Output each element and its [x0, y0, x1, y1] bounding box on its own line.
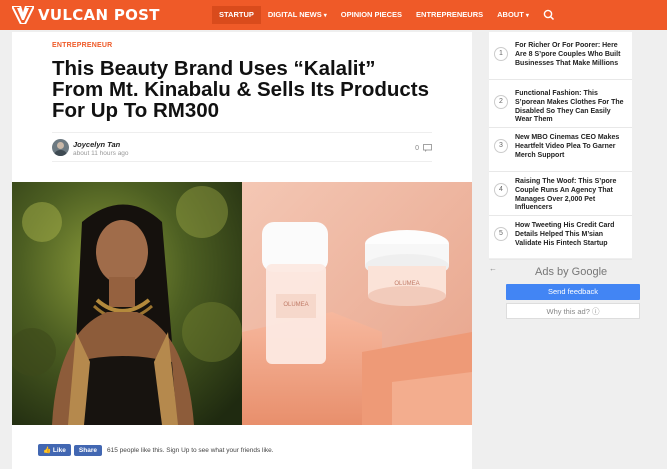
ad-feedback-panel: ← Ads by Google Send feedback Why this a…	[489, 262, 640, 320]
avatar-face	[57, 142, 64, 149]
rank-number: 3	[494, 139, 508, 153]
nav-label: ABOUT	[497, 10, 524, 19]
list-item-title[interactable]: Raising The Woof: This S’pore Couple Run…	[515, 178, 627, 213]
timestamp: about 11 hours ago	[73, 150, 129, 157]
hero-product-image: OLUMEA OLUMEA	[242, 182, 472, 425]
nav-label: ENTREPRENEURS	[416, 10, 484, 19]
nav-about[interactable]: ABOUT ▾	[490, 0, 536, 30]
trending-sidebar: 1 For Richer Or For Poorer: Here Are 8 S…	[489, 32, 632, 260]
vulcan-logo-icon	[12, 6, 34, 24]
jar-label: OLUMEA	[394, 281, 419, 287]
comment-icon	[423, 144, 432, 152]
bottle-label: OLUMEA	[283, 302, 308, 308]
list-item-title[interactable]: For Richer Or For Poorer: Here Are 8 S’p…	[515, 42, 627, 68]
article-category[interactable]: ENTREPRENEUR	[52, 42, 112, 49]
rank-number: 4	[494, 183, 508, 197]
why-this-ad-button[interactable]: Why this ad? ⓘ	[506, 303, 640, 319]
ads-by-google-label: Ads by Google	[535, 266, 608, 278]
send-feedback-button[interactable]: Send feedback	[506, 284, 640, 300]
nav-startup[interactable]: STARTUP	[212, 6, 261, 24]
facebook-share-button[interactable]: Share	[73, 444, 102, 456]
nav-label: DIGITAL NEWS	[267, 10, 322, 19]
like-label: Like	[52, 447, 66, 454]
nav-entrepreneurs[interactable]: ENTREPRENEURS	[409, 0, 490, 30]
nav-opinion-pieces[interactable]: OPINION PIECES	[334, 0, 409, 30]
back-arrow-icon[interactable]: ←	[489, 264, 497, 273]
avatar-body	[54, 150, 67, 156]
chevron-down-icon: ▾	[525, 13, 529, 19]
avatar[interactable]	[52, 139, 69, 156]
search-icon[interactable]	[542, 8, 556, 22]
thumbs-up-icon: 👍	[43, 447, 52, 454]
site-logo[interactable]: VULCAN POST	[12, 6, 160, 24]
list-item[interactable]: 4 Raising The Woof: This S’pore Couple R…	[489, 172, 632, 216]
nav-label: STARTUP	[219, 10, 254, 19]
hero-portrait-image	[12, 182, 242, 425]
site-header: VULCAN POST STARTUP DIGITAL NEWS ▾ OPINIO…	[0, 0, 667, 30]
byline: Joycelyn Tan about 11 hours ago 0	[52, 132, 432, 162]
list-item[interactable]: 1 For Richer Or For Poorer: Here Are 8 S…	[489, 36, 632, 80]
info-icon: ⓘ	[591, 307, 600, 316]
why-ad-label: Why this ad?	[546, 307, 590, 316]
hero-image: OLUMEA OLUMEA	[12, 182, 472, 425]
brand-name: VULCAN POST	[38, 6, 160, 24]
article-headline: This Beauty Brand Uses “Kalalit” From Mt…	[52, 57, 430, 122]
list-item-title[interactable]: Functional Fashion: This S’porean Makes …	[515, 90, 627, 125]
list-item-title[interactable]: How Tweeting His Credit Card Details Hel…	[515, 222, 627, 248]
like-count-text: 615 people like this. Sign Up to see wha…	[107, 446, 274, 454]
rank-number: 1	[494, 47, 508, 61]
facebook-like-button[interactable]: 👍 Like	[38, 444, 71, 456]
list-item-title[interactable]: New MBO Cinemas CEO Makes Heartfelt Vide…	[515, 134, 627, 160]
article-card: ENTREPRENEUR This Beauty Brand Uses “Kal…	[12, 32, 472, 469]
list-item[interactable]: 2 Functional Fashion: This S’porean Make…	[489, 84, 632, 128]
chevron-down-icon: ▾	[323, 13, 327, 19]
main-nav: STARTUP DIGITAL NEWS ▾ OPINION PIECES ENT…	[212, 0, 556, 30]
nav-digital-news[interactable]: DIGITAL NEWS ▾	[261, 0, 334, 30]
rank-number: 2	[494, 95, 508, 109]
nav-label: OPINION PIECES	[340, 10, 403, 19]
comment-count-value: 0	[415, 144, 419, 152]
list-item[interactable]: 3 New MBO Cinemas CEO Makes Heartfelt Vi…	[489, 128, 632, 172]
facebook-like-bar: 👍 Like Share 615 people like this. Sign …	[38, 444, 274, 456]
author-name[interactable]: Joycelyn Tan	[73, 140, 120, 149]
comment-count[interactable]: 0	[415, 144, 432, 152]
list-item[interactable]: 5 How Tweeting His Credit Card Details H…	[489, 216, 632, 260]
rank-number: 5	[494, 227, 508, 241]
